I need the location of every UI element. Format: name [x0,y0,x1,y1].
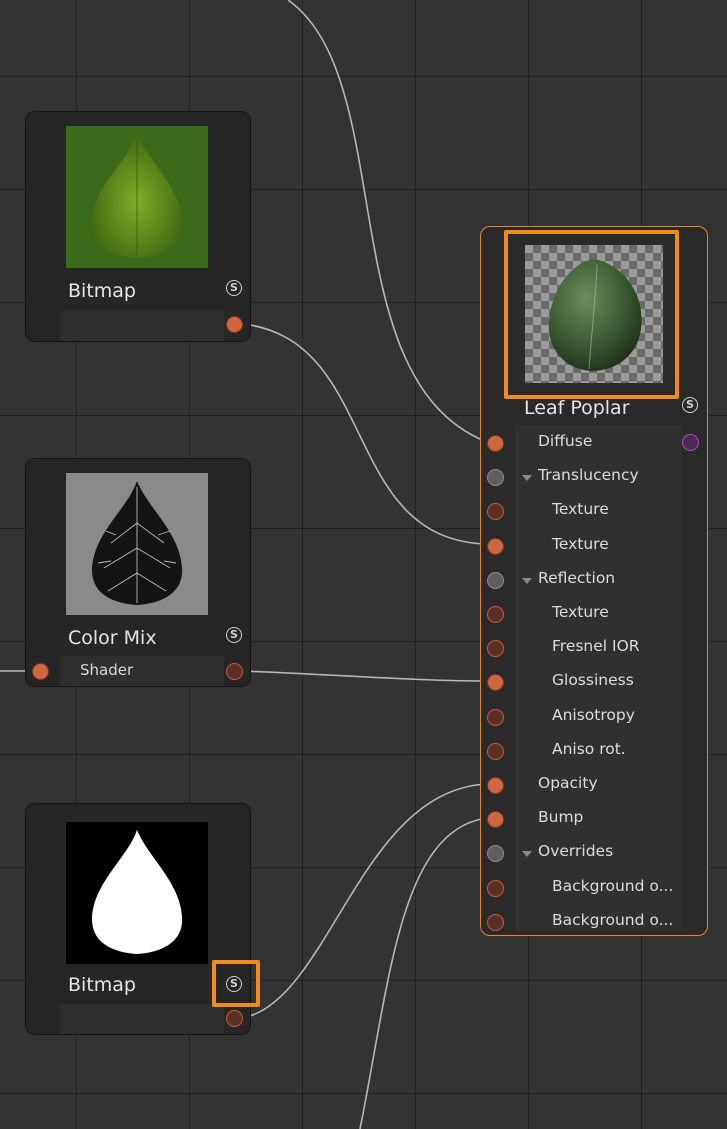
input-label: Translucency [538,466,639,485]
output-bar [60,311,224,341]
mask-texture-thumbnail [66,822,208,964]
node-title: Bitmap [68,974,136,996]
input-label: Opacity [538,774,598,792]
input-label: Texture [552,500,609,519]
input-port-glossiness[interactable] [487,674,504,692]
input-port-background-o[interactable] [487,879,504,897]
bitmap-top-output-port[interactable] [226,316,243,333]
color-mix-input-port[interactable] [32,663,49,680]
wire-bitmap-to-opacity [242,783,488,1019]
input-label: Texture [552,603,609,621]
input-port-bump[interactable] [487,811,504,829]
color-mix-node[interactable]: Color Mix S Shader [25,458,251,687]
input-bar: Shader [60,656,224,686]
color-mix-thumbnail [66,473,208,615]
input-label: Texture [552,534,609,553]
input-port-diffuse[interactable] [487,435,504,452]
input-port-texture[interactable] [487,537,504,555]
input-label: Reflection [538,568,616,587]
input-port-opacity[interactable] [487,777,504,794]
input-port-reflection[interactable] [487,571,504,589]
input-port-anisotropy[interactable] [487,708,504,726]
collapse-triangle-icon[interactable] [522,577,532,584]
leaf-poplar-material-node[interactable]: Leaf Poplar S Diffuse Translucency Texture… [480,226,708,936]
input-port-texture[interactable] [487,503,504,521]
shader-icon[interactable]: S [682,397,698,413]
input-label: Aniso rot. [552,739,626,758]
input-port-texture[interactable] [487,606,504,623]
wire-to-bump [359,817,488,1129]
shader-input-label: Shader [80,661,134,679]
wire-bitmap-to-texture [242,323,488,545]
bitmap-node-top[interactable]: Bitmap S [25,111,251,342]
input-label: Anisotropy [552,705,635,724]
bitmap-bottom-output-port[interactable] [226,1010,243,1027]
node-title: Color Mix [68,627,157,649]
input-label: Glossiness [552,671,634,690]
input-label: Background o... [552,876,674,895]
node-title: Bitmap [68,280,136,302]
leaf-texture-thumbnail [66,126,208,268]
material-output-port[interactable] [682,434,699,451]
input-port-background-o[interactable] [487,913,504,931]
shader-icon[interactable]: S [226,976,242,992]
input-label: Overrides [538,842,614,861]
input-port-fresnel-ior[interactable] [487,640,504,658]
output-bar [60,1004,224,1034]
material-preview [525,245,663,383]
wire-colormix-to-glossiness [242,670,488,682]
shader-icon[interactable]: S [226,627,242,643]
input-port-overrides[interactable] [487,845,504,863]
input-port-aniso-rot[interactable] [487,742,504,760]
shader-icon[interactable]: S [226,280,242,296]
bitmap-node-bottom[interactable]: Bitmap S [25,803,251,1035]
input-label: Background o... [552,910,674,929]
input-label: Bump [538,808,584,827]
material-title: Leaf Poplar [524,397,630,419]
input-label: Diffuse [538,432,593,450]
color-mix-output-port[interactable] [226,663,243,680]
collapse-triangle-icon[interactable] [522,475,532,482]
wire-to-diffuse [287,0,488,443]
collapse-triangle-icon[interactable] [522,851,532,858]
input-port-translucency[interactable] [487,469,504,487]
input-label: Fresnel IOR [552,637,640,656]
